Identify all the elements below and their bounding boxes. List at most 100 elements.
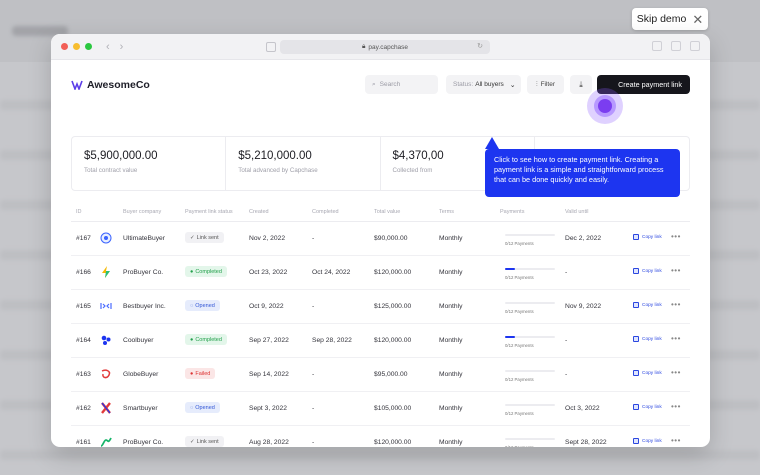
row-terms: Monthly xyxy=(439,439,463,446)
close-window-button[interactable] xyxy=(61,43,68,50)
download-button[interactable]: ⤓ xyxy=(570,75,592,94)
more-options-icon[interactable]: ••• xyxy=(671,334,681,343)
table-row[interactable]: #165 Bestbuyer Inc. ◌ Opened Oct 9, 2022 … xyxy=(71,290,690,324)
table-row[interactable]: #163 GlobeBuyer ● Failed Sep 14, 2022 - $… xyxy=(71,358,690,392)
minimize-window-button[interactable] xyxy=(73,43,80,50)
copy-icon xyxy=(633,234,639,240)
copy-link-button[interactable]: Copy link xyxy=(633,336,662,342)
brand-mark-icon xyxy=(71,80,83,90)
row-id: #164 xyxy=(76,337,91,344)
status-filter-dropdown[interactable]: Status: All buyers ⌄ xyxy=(446,75,521,94)
row-completed: - xyxy=(312,303,315,310)
more-options-icon[interactable]: ••• xyxy=(671,368,681,377)
row-id: #165 xyxy=(76,303,91,310)
header-created: Created xyxy=(249,209,269,215)
row-buyer: UltimateBuyer xyxy=(123,235,165,242)
copy-link-button[interactable]: Copy link xyxy=(633,234,662,240)
row-id: #166 xyxy=(76,269,91,276)
row-id: #162 xyxy=(76,405,91,412)
copy-link-button[interactable]: Copy link xyxy=(633,268,662,274)
header-terms: Terms xyxy=(439,209,454,215)
table-row[interactable]: #167 UltimateBuyer ✓ Link sent Nov 2, 202… xyxy=(71,222,690,256)
background-row xyxy=(0,450,760,460)
header-total: Total value xyxy=(374,209,401,215)
share-icon[interactable] xyxy=(652,41,662,51)
payments-label: 0/12 Payments xyxy=(505,343,534,348)
row-completed: Sep 28, 2022 xyxy=(312,337,352,344)
header-buyer: Buyer company xyxy=(123,209,162,215)
table-row[interactable]: #161 ProBuyer Co. ✓ Link sent Aug 28, 202… xyxy=(71,426,690,447)
copy-link-button[interactable]: Copy link xyxy=(633,302,662,308)
stat-amount: $5,210,000.00 xyxy=(238,150,312,162)
back-arrow-icon[interactable]: ‹ xyxy=(106,41,110,53)
browser-actions xyxy=(652,41,700,51)
row-completed: - xyxy=(312,371,315,378)
wave-icon xyxy=(99,435,113,447)
payments-progress: 0/12 Payments xyxy=(505,299,555,314)
brand-logo[interactable]: AwesomeCo xyxy=(71,79,150,91)
row-valid-until: - xyxy=(565,269,568,276)
bolt-icon xyxy=(99,265,113,279)
status-label: Link sent xyxy=(196,234,219,241)
more-options-icon[interactable]: ••• xyxy=(671,232,681,241)
lock-icon: 🔒︎ xyxy=(361,43,366,50)
row-created: Sep 14, 2022 xyxy=(249,371,289,378)
header-status: Payment link status xyxy=(185,209,233,215)
url-text: pay.capchase xyxy=(368,43,409,51)
table-row[interactable]: #162 Smartbuyer ◌ Opened Sept 3, 2022 - $… xyxy=(71,392,690,426)
table-row[interactable]: #164 Coolbuyer ● Completed Sep 27, 2022 S… xyxy=(71,324,690,358)
sidebar-toggle-icon[interactable] xyxy=(266,42,276,52)
url-bar[interactable]: 🔒︎ pay.capchase ↻ xyxy=(280,40,490,54)
row-terms: Monthly xyxy=(439,269,463,276)
row-completed: - xyxy=(312,439,315,446)
row-completed: Oct 24, 2022 xyxy=(312,269,351,276)
payments-label: 0/12 Payments xyxy=(505,275,534,280)
row-terms: Monthly xyxy=(439,405,463,412)
filter-button[interactable]: ⫶ Filter xyxy=(527,75,564,94)
status-label: Completed xyxy=(195,268,222,275)
smart-icon xyxy=(99,401,113,415)
row-terms: Monthly xyxy=(439,235,463,242)
copy-icon xyxy=(633,370,639,376)
row-completed: - xyxy=(312,405,315,412)
stat-label: Total advanced by Capchase xyxy=(238,167,318,174)
row-completed: - xyxy=(312,235,315,242)
more-options-icon[interactable]: ••• xyxy=(671,402,681,411)
stat-total-advanced: $5,210,000.00 Total advanced by Capchase xyxy=(226,137,381,190)
tooltip-arrow xyxy=(485,137,499,149)
status-label: Link sent xyxy=(196,438,219,445)
status-label: Completed xyxy=(195,336,222,343)
browser-window: ‹ › 🔒︎ pay.capchase ↻ AwesomeCo ⌕ Search… xyxy=(51,34,710,447)
row-total: $95,000.00 xyxy=(374,371,408,378)
forward-arrow-icon[interactable]: › xyxy=(120,41,124,53)
status-opened-icon: ◌ xyxy=(190,302,194,309)
progress-track xyxy=(505,370,555,372)
reload-icon[interactable]: ↻ xyxy=(477,42,483,50)
more-options-icon[interactable]: ••• xyxy=(671,300,681,309)
more-options-icon[interactable]: ••• xyxy=(671,266,681,275)
table-row[interactable]: #166 ProBuyer Co. ● Completed Oct 23, 202… xyxy=(71,256,690,290)
hotspot-dot[interactable] xyxy=(598,99,612,113)
tabs-overview-icon[interactable] xyxy=(690,41,700,51)
status-label: Opened xyxy=(195,302,215,309)
maximize-window-button[interactable] xyxy=(85,43,92,50)
status-opened-icon: ◌ xyxy=(190,404,194,411)
skip-demo-button[interactable]: Skip demo ✕ xyxy=(632,8,708,30)
new-tab-icon[interactable] xyxy=(671,41,681,51)
app-header: AwesomeCo ⌕ Search Status: All buyers ⌄ … xyxy=(51,60,710,124)
payments-progress: 0/12 Payments xyxy=(505,435,555,447)
row-valid-until: Sept 28, 2022 xyxy=(565,439,607,446)
copy-link-button[interactable]: Copy link xyxy=(633,370,662,376)
more-options-icon[interactable]: ••• xyxy=(671,436,681,445)
copy-icon xyxy=(633,404,639,410)
brand-name: AwesomeCo xyxy=(87,79,150,91)
row-id: #167 xyxy=(76,235,91,242)
status-badge: ✓ Link sent xyxy=(185,436,224,447)
search-input[interactable]: ⌕ Search xyxy=(365,75,438,94)
progress-track xyxy=(505,336,555,338)
copy-link-button[interactable]: Copy link xyxy=(633,404,662,410)
status-label: Failed xyxy=(195,370,211,377)
copy-link-button[interactable]: Copy link xyxy=(633,438,662,444)
copy-icon xyxy=(633,336,639,342)
row-buyer: ProBuyer Co. xyxy=(123,439,164,446)
